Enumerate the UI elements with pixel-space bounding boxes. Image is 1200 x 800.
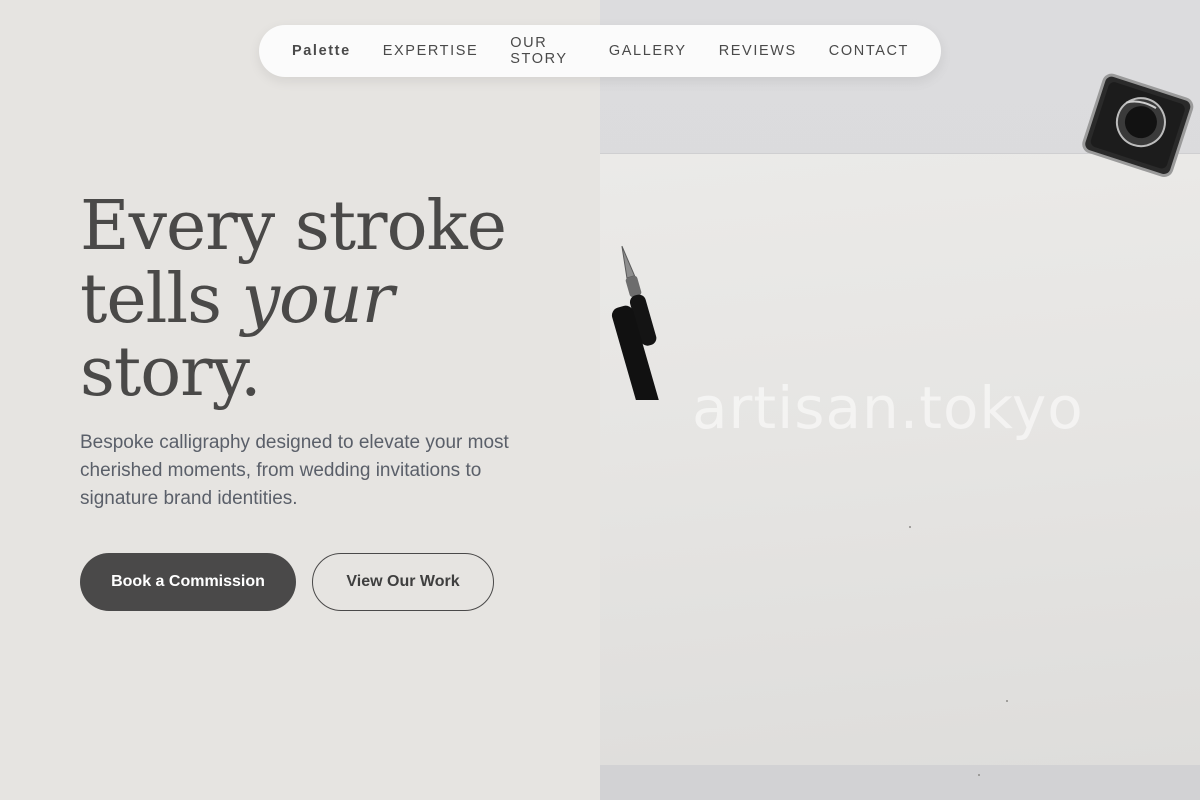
brand-logo[interactable]: Palette bbox=[292, 43, 351, 59]
paper-speck bbox=[1006, 700, 1008, 702]
nav-link-our-story[interactable]: OUR STORY bbox=[510, 35, 577, 67]
nav-link-gallery[interactable]: GALLERY bbox=[609, 43, 687, 59]
headline-line-3: story. bbox=[80, 333, 262, 412]
nav-link-reviews[interactable]: REVIEWS bbox=[719, 43, 797, 59]
top-navigation: Palette EXPERTISE OUR STORY GALLERY REVI… bbox=[259, 25, 941, 77]
hero-headline: Every stroke tells your story. bbox=[80, 190, 580, 409]
table-edge bbox=[600, 765, 1200, 800]
headline-emphasis: your bbox=[241, 260, 395, 339]
nav-link-expertise[interactable]: EXPERTISE bbox=[383, 43, 479, 59]
nav-link-contact[interactable]: CONTACT bbox=[829, 43, 909, 59]
book-commission-button[interactable]: Book a Commission bbox=[80, 553, 296, 611]
hero-photo: artisan.tokyo bbox=[600, 0, 1200, 800]
ink-bottle-icon bbox=[1082, 73, 1194, 178]
image-watermark: artisan.tokyo bbox=[692, 374, 1084, 442]
headline-line-2: tells bbox=[80, 260, 242, 339]
paper-speck bbox=[909, 526, 911, 528]
view-work-button[interactable]: View Our Work bbox=[312, 553, 494, 611]
hero-subheading: Bespoke calligraphy designed to elevate … bbox=[80, 432, 509, 509]
dip-pen-icon bbox=[611, 245, 660, 400]
paper-sheet bbox=[600, 153, 1200, 765]
headline-line-1: Every stroke bbox=[80, 187, 507, 266]
paper-speck bbox=[978, 774, 980, 776]
